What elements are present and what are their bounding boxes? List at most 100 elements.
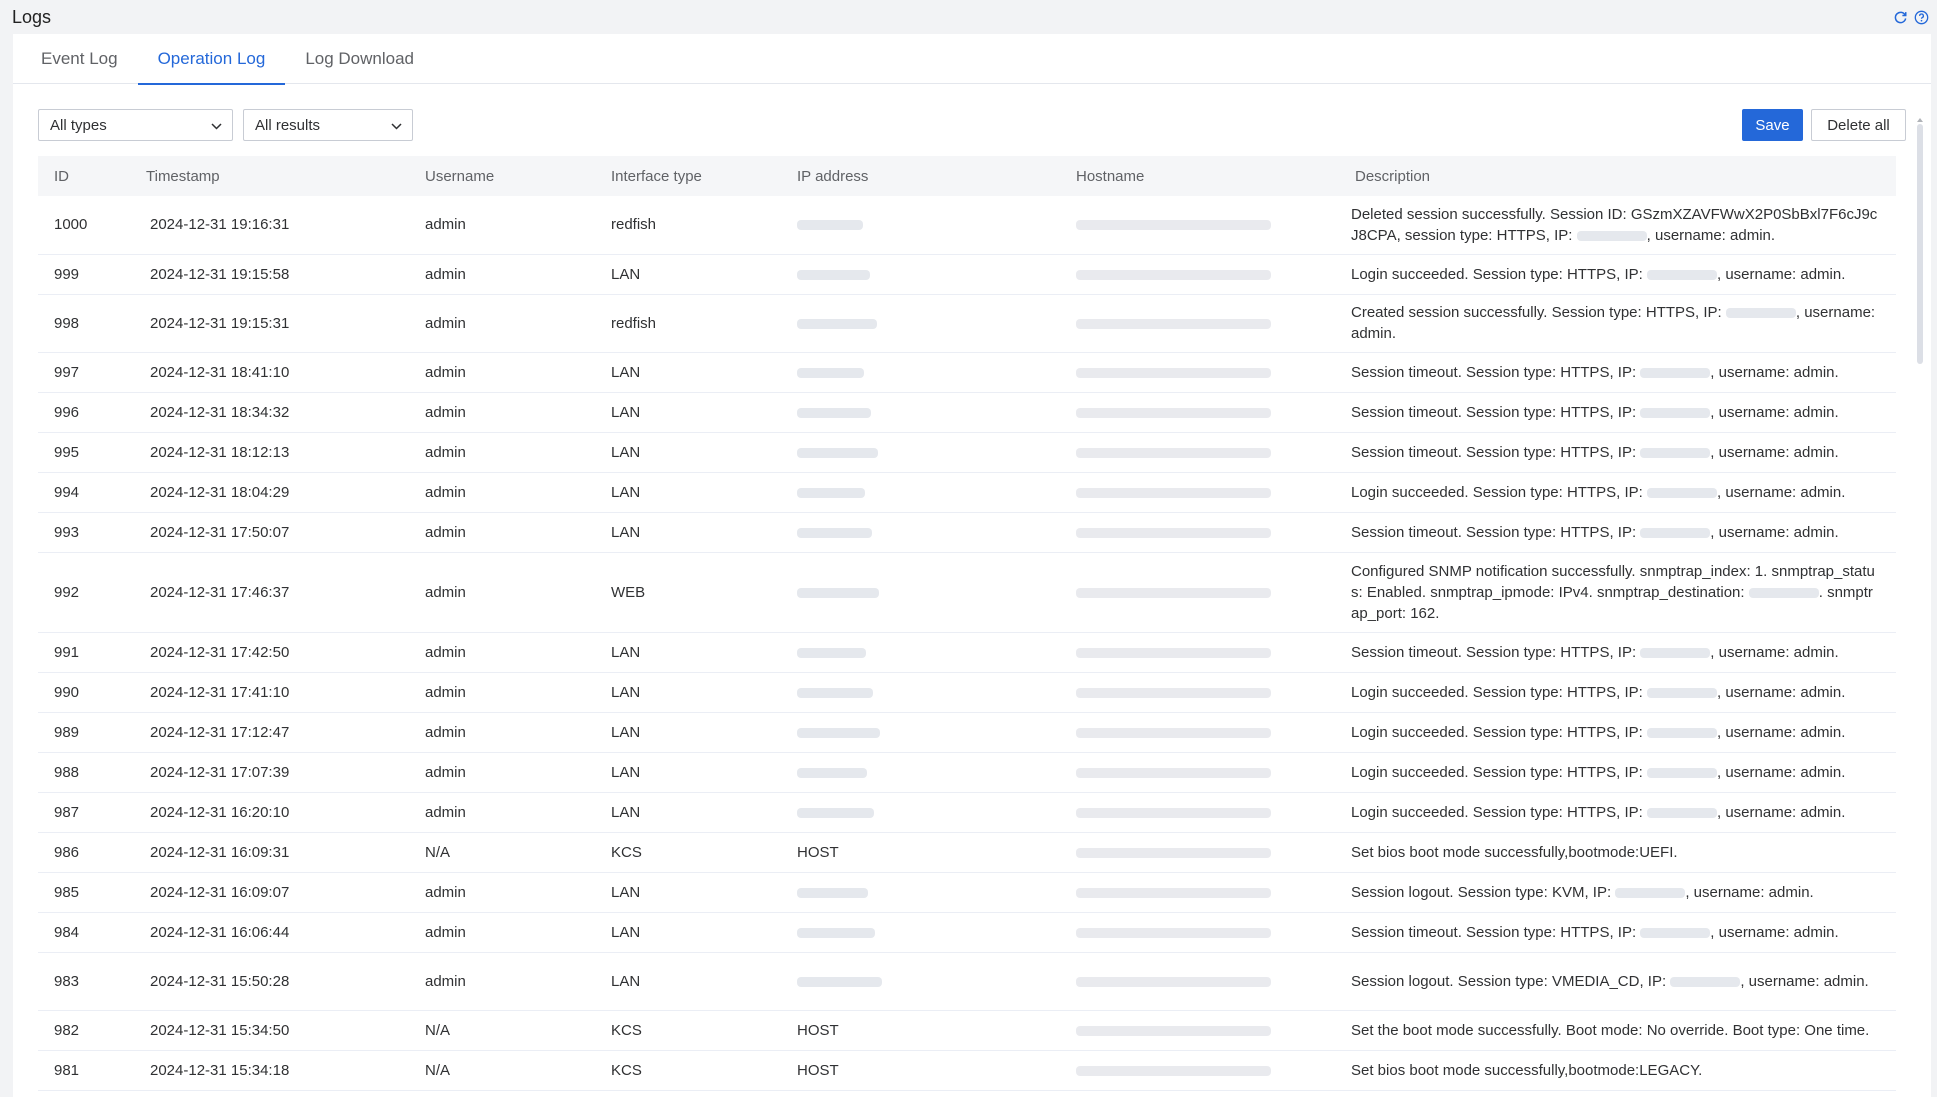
- redacted-hostname: [1076, 1025, 1271, 1036]
- column-header-username[interactable]: Username: [409, 156, 595, 196]
- cell-timestamp: 2024-12-31 19:16:31: [130, 196, 409, 255]
- result-filter-select[interactable]: All results: [243, 109, 413, 141]
- cell-description: Session timeout. Session type: HTTPS, IP…: [1339, 352, 1896, 393]
- column-header-timestamp[interactable]: Timestamp: [130, 156, 409, 196]
- cell-ip-address: HOST: [781, 1050, 1060, 1091]
- cell-id: 983: [38, 952, 130, 1011]
- cell-username: admin: [409, 352, 595, 393]
- cell-description: Set the boot mode successfully. Boot mod…: [1339, 1010, 1896, 1051]
- cell-hostname: [1060, 912, 1339, 953]
- refresh-icon[interactable]: [1893, 10, 1908, 25]
- cell-description: Session timeout. Session type: HTTPS, IP…: [1339, 912, 1896, 953]
- redacted-ip: [797, 527, 872, 538]
- type-filter-select[interactable]: All types: [38, 109, 233, 141]
- cell-username: admin: [409, 912, 595, 953]
- cell-ip-address: [781, 952, 1060, 1011]
- redacted-ip: [797, 407, 871, 418]
- cell-id: 984: [38, 912, 130, 953]
- cell-description: Login succeeded. Session type: HTTPS, IP…: [1339, 712, 1896, 753]
- cell-interface-type: LAN: [595, 512, 781, 553]
- cell-interface-type: LAN: [595, 672, 781, 713]
- description-text: , username: admin.: [1710, 403, 1839, 421]
- save-button[interactable]: Save: [1742, 109, 1803, 141]
- cell-description: Session timeout. Session type: HTTPS, IP…: [1339, 632, 1896, 673]
- redacted-hostname: [1076, 976, 1271, 987]
- cell-ip-address: [781, 472, 1060, 513]
- redacted-hostname: [1076, 269, 1271, 280]
- column-header-hostname[interactable]: Hostname: [1060, 156, 1339, 196]
- table-row: 986 2024-12-31 16:09:31 N/A KCS HOST Set bios…: [38, 832, 1896, 873]
- redacted-hostname: [1076, 847, 1271, 858]
- description-text: Session timeout. Session type: HTTPS, IP…: [1351, 523, 1641, 541]
- cell-hostname: [1060, 392, 1339, 433]
- cell-hostname: [1060, 352, 1339, 393]
- table-row: 997 2024-12-31 18:41:10 admin LAN Session ti…: [38, 352, 1896, 393]
- description-text: , username: admin.: [1717, 683, 1846, 701]
- tab-operation-log[interactable]: Operation Log: [137, 34, 286, 85]
- cell-id: 999: [38, 254, 130, 295]
- logs-panel: Event Log Operation Log Log Download All…: [13, 34, 1931, 1097]
- cell-description: Configured SNMP notification successfull…: [1339, 552, 1896, 633]
- column-header-description[interactable]: Description: [1339, 156, 1896, 196]
- redacted-ip: [1647, 687, 1717, 698]
- description-text: Session timeout. Session type: HTTPS, IP…: [1351, 403, 1641, 421]
- redacted-hostname: [1076, 807, 1271, 818]
- description-text: Set bios boot mode successfully,bootmode…: [1351, 843, 1678, 861]
- redacted-ip: [797, 447, 878, 458]
- redacted-ip: [797, 487, 865, 498]
- cell-timestamp: 2024-12-31 16:20:10: [130, 792, 409, 833]
- description-text: Login succeeded. Session type: HTTPS, IP…: [1351, 803, 1647, 821]
- result-filter-value: All results: [255, 116, 321, 134]
- redacted-ip: [797, 887, 868, 898]
- cell-timestamp: 2024-12-31 16:09:31: [130, 832, 409, 873]
- redacted-hostname: [1076, 647, 1271, 658]
- cell-id: 993: [38, 512, 130, 553]
- cell-interface-type: LAN: [595, 392, 781, 433]
- redacted-hostname: [1076, 687, 1271, 698]
- cell-hostname: [1060, 196, 1339, 255]
- cell-id: 981: [38, 1050, 130, 1091]
- redacted-hostname: [1076, 767, 1271, 778]
- column-header-interface-type[interactable]: Interface type: [595, 156, 781, 196]
- cell-ip-address: [781, 912, 1060, 953]
- table-row: 984 2024-12-31 16:06:44 admin LAN Session ti…: [38, 912, 1896, 953]
- redacted-ip: [1640, 447, 1711, 458]
- redacted-ip: [797, 220, 863, 231]
- tab-log-download[interactable]: Log Download: [285, 34, 434, 84]
- cell-id: 986: [38, 832, 130, 873]
- column-header-id[interactable]: ID: [38, 156, 130, 196]
- description-text: , username: admin.: [1685, 883, 1814, 901]
- table-row: 994 2024-12-31 18:04:29 admin LAN Login succ…: [38, 472, 1896, 513]
- column-header-ip-address[interactable]: IP address: [781, 156, 1060, 196]
- cell-hostname: [1060, 472, 1339, 513]
- cell-interface-type: WEB: [595, 552, 781, 633]
- cell-interface-type: LAN: [595, 872, 781, 913]
- cell-description: Login succeeded. Session type: HTTPS, IP…: [1339, 752, 1896, 793]
- table-row: 999 2024-12-31 19:15:58 admin LAN Login succ…: [38, 254, 1896, 295]
- vertical-scrollbar[interactable]: [1917, 124, 1923, 364]
- tab-event-log[interactable]: Event Log: [21, 34, 138, 84]
- table-row: 995 2024-12-31 18:12:13 admin LAN Session ti…: [38, 432, 1896, 473]
- cell-ip-address: [781, 792, 1060, 833]
- redacted-ip: [1640, 927, 1711, 938]
- cell-username: admin: [409, 552, 595, 633]
- scroll-up-arrow[interactable]: [1917, 118, 1923, 122]
- cell-username: admin: [409, 392, 595, 433]
- redacted-ip: [797, 927, 875, 938]
- redacted-hostname: [1076, 887, 1271, 898]
- cell-ip-address: [781, 512, 1060, 553]
- cell-id: 998: [38, 294, 130, 353]
- cell-hostname: [1060, 672, 1339, 713]
- delete-all-button[interactable]: Delete all: [1811, 109, 1906, 141]
- redacted-hostname: [1076, 447, 1271, 458]
- cell-timestamp: 2024-12-31 17:46:37: [130, 552, 409, 633]
- redacted-ip: [1640, 647, 1711, 658]
- cell-username: admin: [409, 752, 595, 793]
- description-text: , username: admin.: [1717, 763, 1846, 781]
- table-row: 998 2024-12-31 19:15:31 admin redfish Create…: [38, 294, 1896, 353]
- table-row: 987 2024-12-31 16:20:10 admin LAN Login succ…: [38, 792, 1896, 833]
- cell-description: Set bios boot mode successfully,bootmode…: [1339, 832, 1896, 873]
- cell-ip-address: [781, 352, 1060, 393]
- help-icon[interactable]: [1914, 10, 1929, 25]
- redacted-ip: [1647, 767, 1717, 778]
